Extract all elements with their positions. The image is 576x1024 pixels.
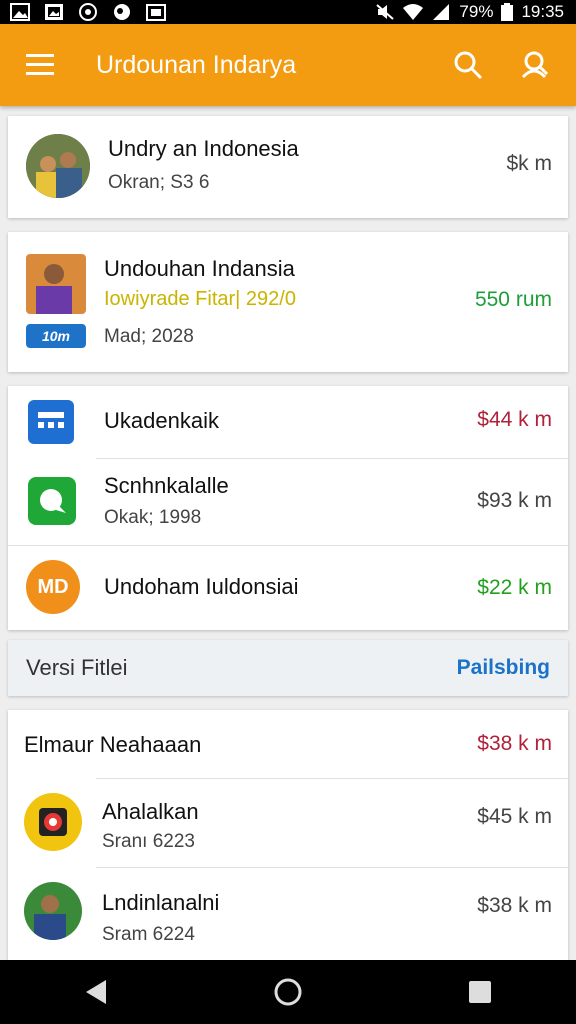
card2-meta: Mad; 2028 <box>104 326 194 347</box>
item-subtitle: Sranı 6223 <box>102 831 195 852</box>
item-subtitle: Okak; 1998 <box>104 507 202 528</box>
back-icon <box>86 980 106 1004</box>
clock: 19:35 <box>521 2 564 21</box>
card1-price: $k m <box>506 152 552 175</box>
md-icon: MD <box>26 560 80 614</box>
item-subtitle: Sram 6224 <box>102 924 195 945</box>
gallery-icon <box>45 4 63 20</box>
list-card-1[interactable]: Undry an Indonesia Okran; S3 6 $k m <box>8 116 568 218</box>
status-left-icons <box>10 3 166 21</box>
card2-title: Undouhan Indansia <box>104 256 295 281</box>
status-bar: 79% 19:35 <box>0 0 576 24</box>
battery-percent: 79% <box>459 2 494 21</box>
home-icon <box>274 978 302 1006</box>
item-price: $38 k m <box>477 894 552 917</box>
image-icon <box>10 3 30 21</box>
chat-icon <box>28 477 76 525</box>
item-price: $45 k m <box>477 805 552 828</box>
list-item[interactable]: Elmaur Neahaaan $38 k m <box>8 710 568 778</box>
home-button[interactable] <box>258 967 318 1017</box>
battery-icon <box>501 3 514 21</box>
list-card-4: Elmaur Neahaaan $38 k m Ahalalkan Sranı … <box>8 710 568 960</box>
search-icon <box>454 51 483 80</box>
section-header: Versi Fitlei Pailsbing <box>8 640 568 696</box>
card2-price: 550 rum <box>474 288 552 311</box>
navigation-bar <box>0 960 576 1024</box>
signal-icon <box>433 4 450 20</box>
list-item[interactable]: Scnhnkalalle Okak; 1998 $93 k m <box>8 459 568 545</box>
photo-avatar <box>24 882 82 940</box>
item-price: $38 k m <box>477 732 552 755</box>
duration-badge: 10m <box>26 324 86 348</box>
item-title: Lndinlanalni <box>102 890 220 915</box>
list-item[interactable]: Ukadenkaik $44 k m <box>8 386 568 458</box>
list-card-2[interactable]: 10m Undouhan Indansia Iowiyrade Fitar| 2… <box>8 232 568 372</box>
item-title: Elmaur Neahaaan <box>24 732 202 757</box>
recents-button[interactable] <box>450 967 510 1017</box>
photo-thumbnail <box>26 254 86 314</box>
recents-icon <box>469 981 491 1003</box>
card1-title: Undry an Indonesia <box>108 136 299 161</box>
target-icon <box>24 793 82 851</box>
list-item[interactable]: MD Undoham Iuldonsiai $22 k m <box>8 546 568 630</box>
item-price: $93 k m <box>477 489 552 512</box>
card2-subtitle: Iowiyrade Fitar| 292/0 <box>104 288 296 310</box>
section-action-button[interactable]: Pailsbing <box>457 656 550 680</box>
mute-icon <box>376 4 395 20</box>
item-title: Ahalalkan <box>102 799 199 824</box>
item-price: $44 k m <box>477 408 552 431</box>
photo-icon <box>146 4 166 21</box>
account-search-button[interactable] <box>512 43 556 87</box>
status-right: 79% 19:35 <box>375 2 564 22</box>
list-item[interactable]: Lndinlanalni Sram 6224 $38 k m <box>8 868 568 960</box>
list-item[interactable]: Ahalalkan Sranı 6223 $45 k m <box>8 779 568 867</box>
app-bar: Urdounan Indarya <box>0 24 576 106</box>
menu-button[interactable] <box>20 45 60 85</box>
account-search-icon <box>521 51 549 79</box>
back-button[interactable] <box>66 967 126 1017</box>
nfc-icon <box>79 3 97 21</box>
search-button[interactable] <box>446 43 490 87</box>
media-icon <box>114 4 130 20</box>
item-price: $22 k m <box>477 576 552 599</box>
calendar-icon <box>28 400 74 444</box>
card1-subtitle: Okran; S3 6 <box>108 172 210 193</box>
item-title: Undoham Iuldonsiai <box>104 574 299 599</box>
item-title: Ukadenkaik <box>104 408 219 433</box>
list-card-3: Ukadenkaik $44 k m Scnhnkalalle Okak; 19… <box>8 386 568 630</box>
app-title: Urdounan Indarya <box>96 50 297 79</box>
item-title: Scnhnkalalle <box>104 473 229 498</box>
photo-avatar <box>26 134 90 198</box>
menu-icon <box>26 54 54 75</box>
wifi-icon <box>403 4 424 20</box>
section-title: Versi Fitlei <box>26 655 128 680</box>
